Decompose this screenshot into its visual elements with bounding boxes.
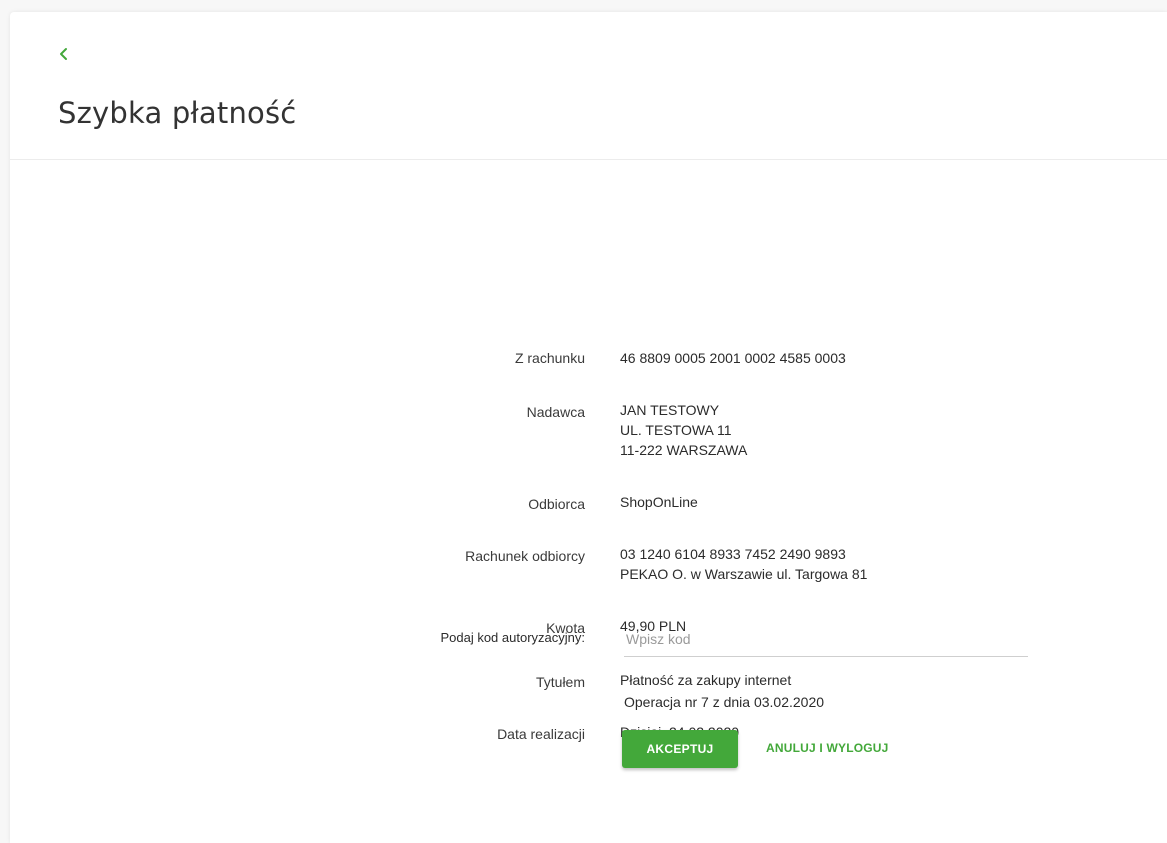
recipient-account-value: 03 1240 6104 8933 7452 2490 9893 PEKAO O… — [620, 544, 867, 584]
sender-city: 11-222 WARSZAWA — [620, 442, 748, 458]
sender-label: Nadawca — [526, 404, 585, 420]
recipient-value: ShopOnLine — [620, 494, 698, 510]
cancel-logout-link[interactable]: ANULUJ I WYLOGUJ — [766, 741, 889, 755]
recipient-bank: PEKAO O. w Warszawie ul. Targowa 81 — [620, 566, 868, 582]
payment-card: Szybka płatność Z rachunku 46 8809 0005 … — [10, 12, 1167, 843]
recipient-account-label: Rachunek odbiorcy — [465, 548, 585, 564]
from-account-value: 46 8809 0005 2001 0002 4585 0003 — [620, 350, 846, 366]
operation-info: Operacja nr 7 z dnia 03.02.2020 — [624, 694, 825, 710]
auth-code-label: Podaj kod autoryzacyjny: — [440, 630, 585, 645]
accept-button[interactable]: AKCEPTUJ — [622, 730, 738, 768]
auth-code-input[interactable] — [624, 622, 1028, 657]
recipient-label: Odbiorca — [528, 496, 585, 512]
transfer-title-label: Tytułem — [535, 674, 585, 690]
chevron-left-icon — [60, 48, 67, 60]
recipient-account-number: 03 1240 6104 8933 7452 2490 9893 — [620, 546, 846, 562]
sender-street: UL. TESTOWA 11 — [620, 422, 732, 438]
sender-value: JAN TESTOWY UL. TESTOWA 11 11-222 WARSZA… — [620, 400, 747, 460]
transfer-title-value: Płatność za zakupy internet — [620, 672, 792, 688]
execution-date-label: Data realizacji — [497, 726, 585, 742]
back-button[interactable] — [54, 42, 74, 66]
page-title: Szybka płatność — [58, 96, 297, 130]
page-header: Szybka płatność — [10, 12, 1167, 160]
from-account-label: Z rachunku — [514, 350, 585, 366]
sender-name: JAN TESTOWY — [620, 402, 720, 418]
